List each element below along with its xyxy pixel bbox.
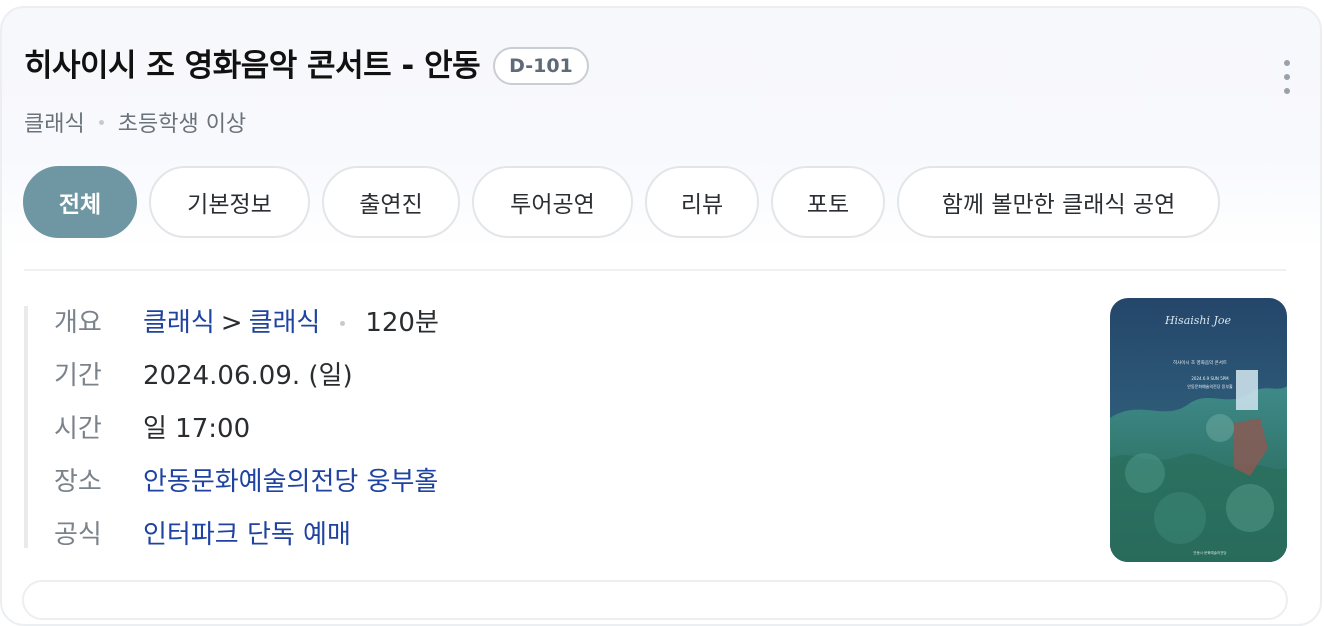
poster-image[interactable]: Hisaishi Joe 히사이시 조 영화음악 콘서트 2024.6.9 SU… [1110, 298, 1287, 562]
tab-photo[interactable]: 포토 [771, 166, 885, 238]
info-row-time: 시간 일 17:00 [54, 412, 250, 446]
poster-line-2: 2024.6.9 SUN 5PM [1191, 376, 1229, 381]
dday-badge: D-101 [493, 47, 589, 85]
info-row-overview: 개요 클래식 > 클래식 120분 [54, 306, 439, 340]
info-label: 개요 [54, 308, 102, 338]
tab-basic-info[interactable]: 기본정보 [149, 166, 310, 238]
official-booking-link[interactable]: 인터파크 단독 예매 [143, 518, 351, 552]
tab-review[interactable]: 리뷰 [645, 166, 759, 238]
poster-script-title: Hisaishi Joe [1164, 314, 1232, 327]
info-row-venue: 장소 안동문화예술의전당 웅부홀 [54, 465, 438, 499]
info-label: 장소 [54, 467, 102, 497]
tab-related-classical[interactable]: 함께 볼만한 클래식 공연 [897, 166, 1220, 238]
category-link[interactable]: 클래식 [143, 306, 215, 340]
poster-line-3: 안동문화예술의전당 웅부홀 [1187, 383, 1233, 389]
more-dot [1284, 60, 1290, 66]
more-options-icon[interactable] [1282, 60, 1292, 94]
runtime-text: 120분 [365, 308, 439, 338]
age-rating-text: 초등학생 이상 [117, 112, 247, 137]
info-label: 공식 [54, 520, 102, 550]
tab-all[interactable]: 전체 [23, 166, 137, 238]
more-dot [1284, 88, 1290, 94]
info-list: 개요 클래식 > 클래식 120분 기간 2024.06.09. (일) 시간 … [24, 306, 1078, 550]
title-row: 히사이시 조 영화음악 콘서트 - 안동 D-101 [24, 44, 589, 88]
info-row-period: 기간 2024.06.09. (일) [54, 359, 353, 393]
poster-line-1: 히사이시 조 영화음악 콘서트 [1173, 359, 1227, 366]
separator-dot [98, 119, 104, 125]
next-section-card [22, 580, 1288, 620]
tab-cast[interactable]: 출연진 [322, 166, 460, 238]
info-row-official: 공식 인터파크 단독 예매 [54, 518, 351, 552]
genre-text: 클래식 [24, 112, 85, 137]
separator-dot [340, 320, 346, 326]
more-dot [1284, 74, 1290, 80]
tab-tour[interactable]: 투어공연 [472, 166, 633, 238]
poster-footer: 안동시·문화예술의전당 [1193, 550, 1227, 555]
venue-link[interactable]: 안동문화예술의전당 웅부홀 [143, 465, 438, 499]
breadcrumb-arrow: > [220, 308, 243, 338]
page-title: 히사이시 조 영화음악 콘서트 - 안동 [24, 48, 481, 84]
subtitle: 클래식 초등학생 이상 [24, 106, 246, 138]
info-label: 기간 [54, 361, 102, 391]
period-value: 2024.06.09. (일) [143, 361, 353, 391]
time-value: 일 17:00 [143, 414, 251, 444]
info-label: 시간 [54, 414, 102, 444]
poster-artwork: Hisaishi Joe 히사이시 조 영화음악 콘서트 2024.6.9 SU… [1110, 298, 1287, 562]
divider [24, 269, 1286, 271]
tab-bar: 전체 기본정보 출연진 투어공연 리뷰 포토 함께 볼만한 클래식 공연 [23, 166, 1220, 238]
subcategory-link[interactable]: 클래식 [249, 306, 321, 340]
